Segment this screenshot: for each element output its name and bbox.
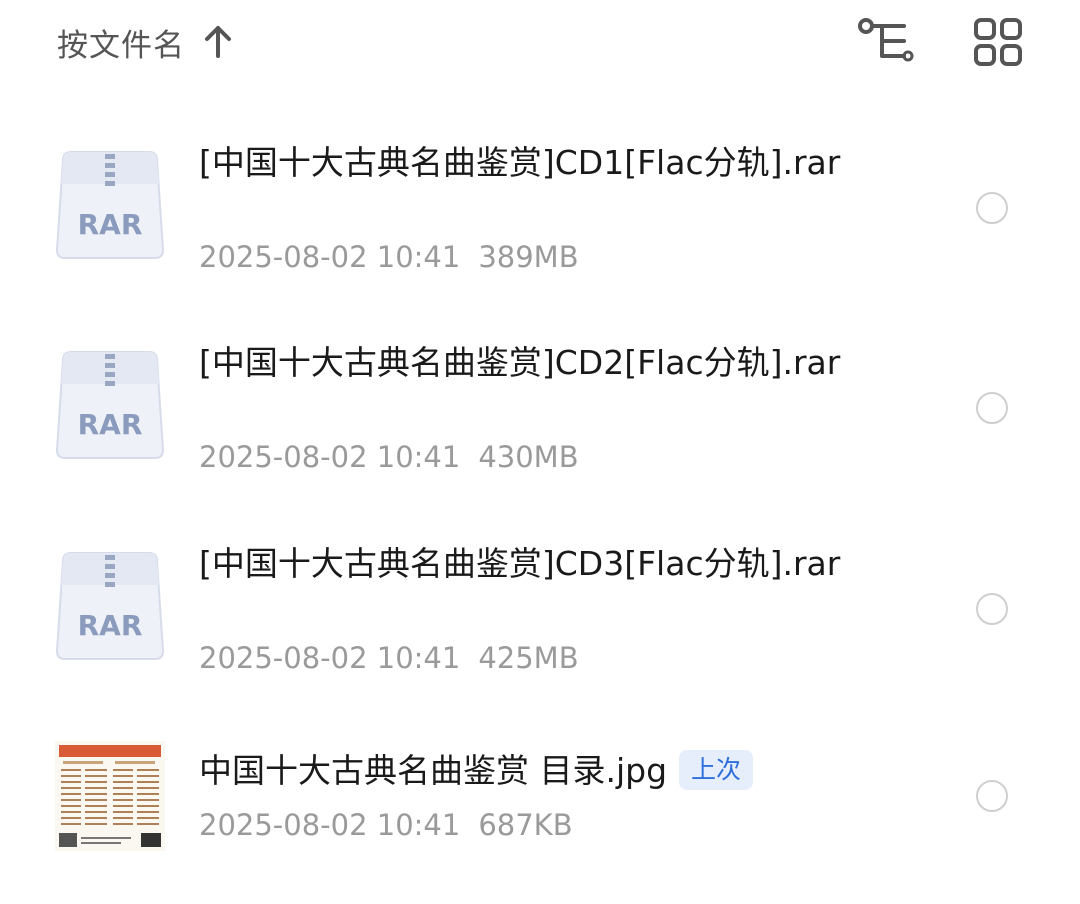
file-meta: 2025-08-02 10:41 389MB [199, 240, 579, 274]
file-row[interactable]: RAR [中国十大古典名曲鉴赏]CD2[Flac分轨].rar 2025-08-… [0, 340, 1080, 520]
image-thumbnail [55, 741, 165, 851]
file-name: [中国十大古典名曲鉴赏]CD3[Flac分轨].rar [199, 544, 841, 583]
file-size: 430MB [478, 440, 579, 474]
grid-view-icon [974, 18, 1022, 66]
file-row[interactable]: 中国十大古典名曲鉴赏 目录.jpg 上次 2025-08-02 10:41 687K… [0, 738, 1080, 878]
select-radio[interactable] [976, 593, 1008, 625]
select-radio[interactable] [976, 780, 1008, 812]
arrow-up-icon [203, 24, 233, 60]
file-row[interactable]: RAR [中国十大古典名曲鉴赏]CD1[Flac分轨].rar 2025-08-… [0, 140, 1080, 320]
file-size: 425MB [478, 641, 579, 675]
file-size: 687KB [478, 808, 573, 842]
last-opened-badge: 上次 [679, 750, 754, 790]
file-row[interactable]: RAR [中国十大古典名曲鉴赏]CD3[Flac分轨].rar 2025-08-… [0, 541, 1080, 721]
file-date: 2025-08-02 10:41 [199, 808, 461, 842]
file-size: 389MB [478, 240, 579, 274]
tree-view-button[interactable] [856, 16, 916, 68]
select-radio[interactable] [976, 392, 1008, 424]
file-name-row: 中国十大古典名曲鉴赏 目录.jpg 上次 [199, 748, 879, 794]
sort-label: 按文件名 [57, 27, 185, 64]
sort-by-name-control[interactable]: 按文件名 [57, 18, 233, 66]
file-meta: 2025-08-02 10:41 425MB [199, 641, 579, 675]
file-date: 2025-08-02 10:41 [199, 240, 461, 274]
file-browser: 按文件名 RAR [中国十大古典名曲鉴赏]CD1[Flac分轨].rar 202… [0, 0, 1080, 904]
select-radio[interactable] [976, 192, 1008, 224]
rar-archive-icon: RAR [55, 551, 165, 661]
file-meta: 2025-08-02 10:41 687KB [199, 808, 573, 842]
file-date: 2025-08-02 10:41 [199, 440, 461, 474]
rar-type-label: RAR [78, 609, 143, 642]
file-name: 中国十大古典名曲鉴赏 目录.jpg [199, 751, 668, 790]
file-name: [中国十大古典名曲鉴赏]CD2[Flac分轨].rar [199, 343, 841, 382]
tree-view-icon [858, 18, 914, 62]
file-name: [中国十大古典名曲鉴赏]CD1[Flac分轨].rar [199, 143, 841, 182]
rar-type-label: RAR [78, 208, 143, 241]
list-header: 按文件名 [0, 0, 1080, 84]
rar-archive-icon: RAR [55, 150, 165, 260]
grid-view-button[interactable] [970, 16, 1026, 68]
rar-type-label: RAR [78, 408, 143, 441]
rar-archive-icon: RAR [55, 350, 165, 460]
file-meta: 2025-08-02 10:41 430MB [199, 440, 579, 474]
file-date: 2025-08-02 10:41 [199, 641, 461, 675]
